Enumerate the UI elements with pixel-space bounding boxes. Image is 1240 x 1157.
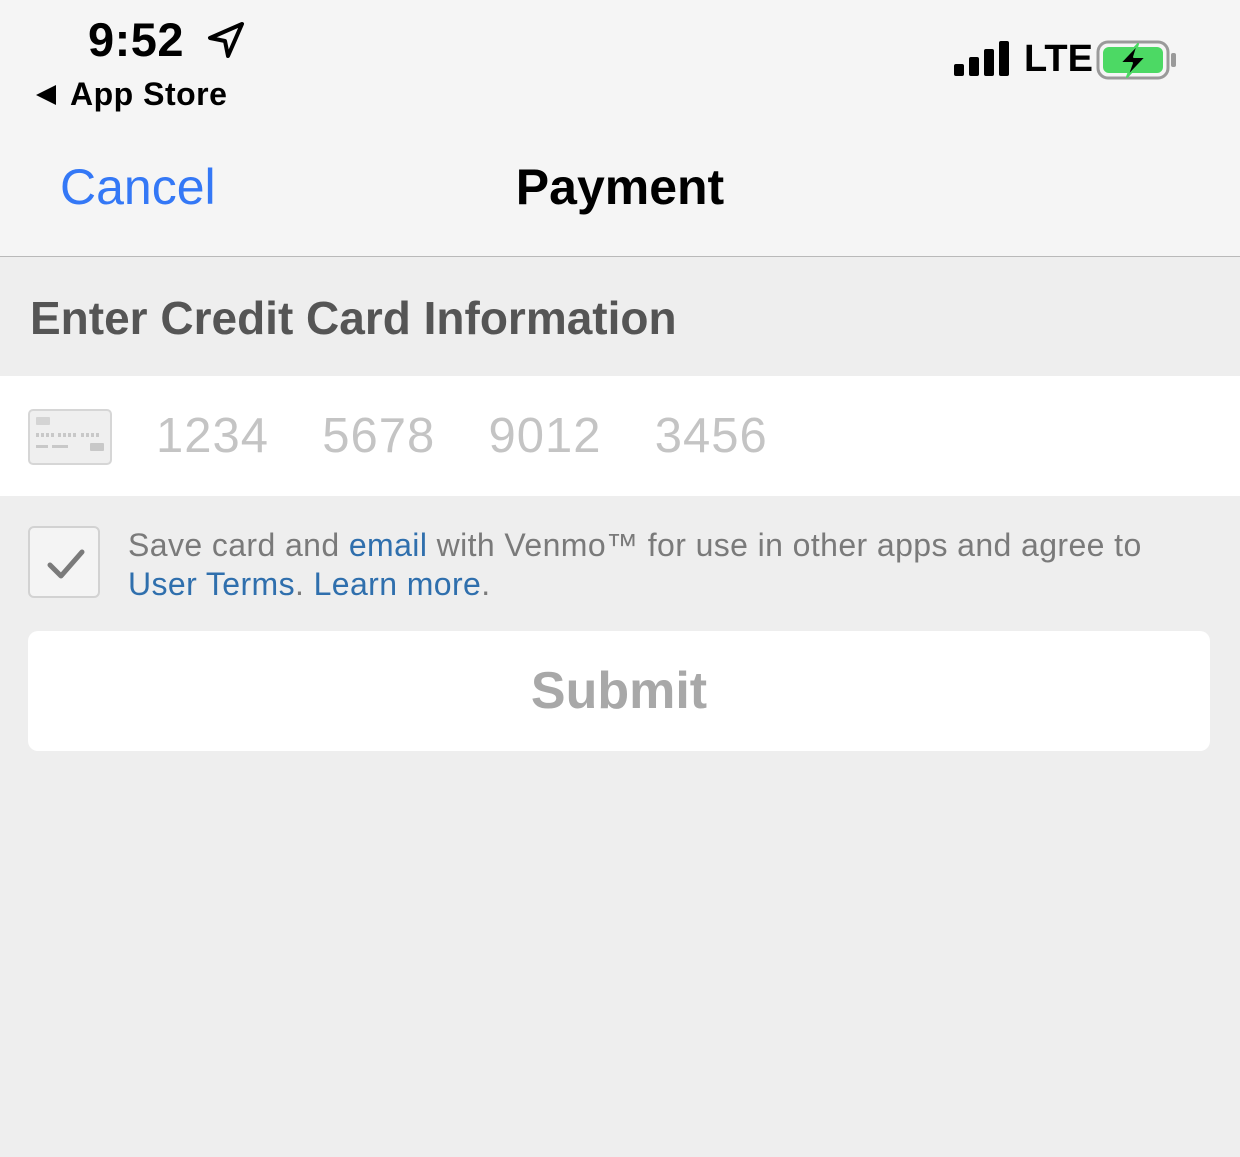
status-time: 9:52 xyxy=(88,13,185,66)
save-text-part: . xyxy=(294,566,314,602)
status-bar: 9:52 App Store LTE xyxy=(0,0,1240,130)
save-text-part: with Venmo™ for use in other apps and ag… xyxy=(427,527,1142,563)
credit-card-icon xyxy=(28,409,112,465)
submit-button[interactable]: Submit xyxy=(28,631,1210,751)
save-card-row: Save card and email with Venmo™ for use … xyxy=(0,520,1240,610)
back-app-label: App Store xyxy=(70,76,228,112)
section-header: Enter Credit Card Information xyxy=(0,257,1240,376)
card-number-input[interactable] xyxy=(156,404,1196,468)
cellular-signal-icon xyxy=(954,41,1009,76)
cancel-button[interactable]: Cancel xyxy=(60,158,216,216)
section-title: Enter Credit Card Information xyxy=(30,292,677,344)
battery-charging-icon xyxy=(1096,40,1176,80)
user-terms-link[interactable]: User Terms xyxy=(128,566,295,602)
save-card-checkbox[interactable] xyxy=(28,526,100,598)
card-number-row xyxy=(0,376,1240,496)
checkmark-icon xyxy=(47,549,85,579)
network-type: LTE xyxy=(1024,38,1093,80)
location-arrow-icon xyxy=(208,22,244,58)
navigation-bar: Payment Cancel xyxy=(0,130,1240,257)
learn-more-link[interactable]: Learn more xyxy=(314,566,482,602)
save-text-part: . xyxy=(481,566,491,602)
save-text-part: Save card and xyxy=(128,527,349,563)
back-to-app-button[interactable]: App Store xyxy=(36,76,227,113)
back-triangle-icon xyxy=(36,84,56,105)
save-card-description: Save card and email with Venmo™ for use … xyxy=(128,526,1218,604)
email-link[interactable]: email xyxy=(349,527,427,563)
